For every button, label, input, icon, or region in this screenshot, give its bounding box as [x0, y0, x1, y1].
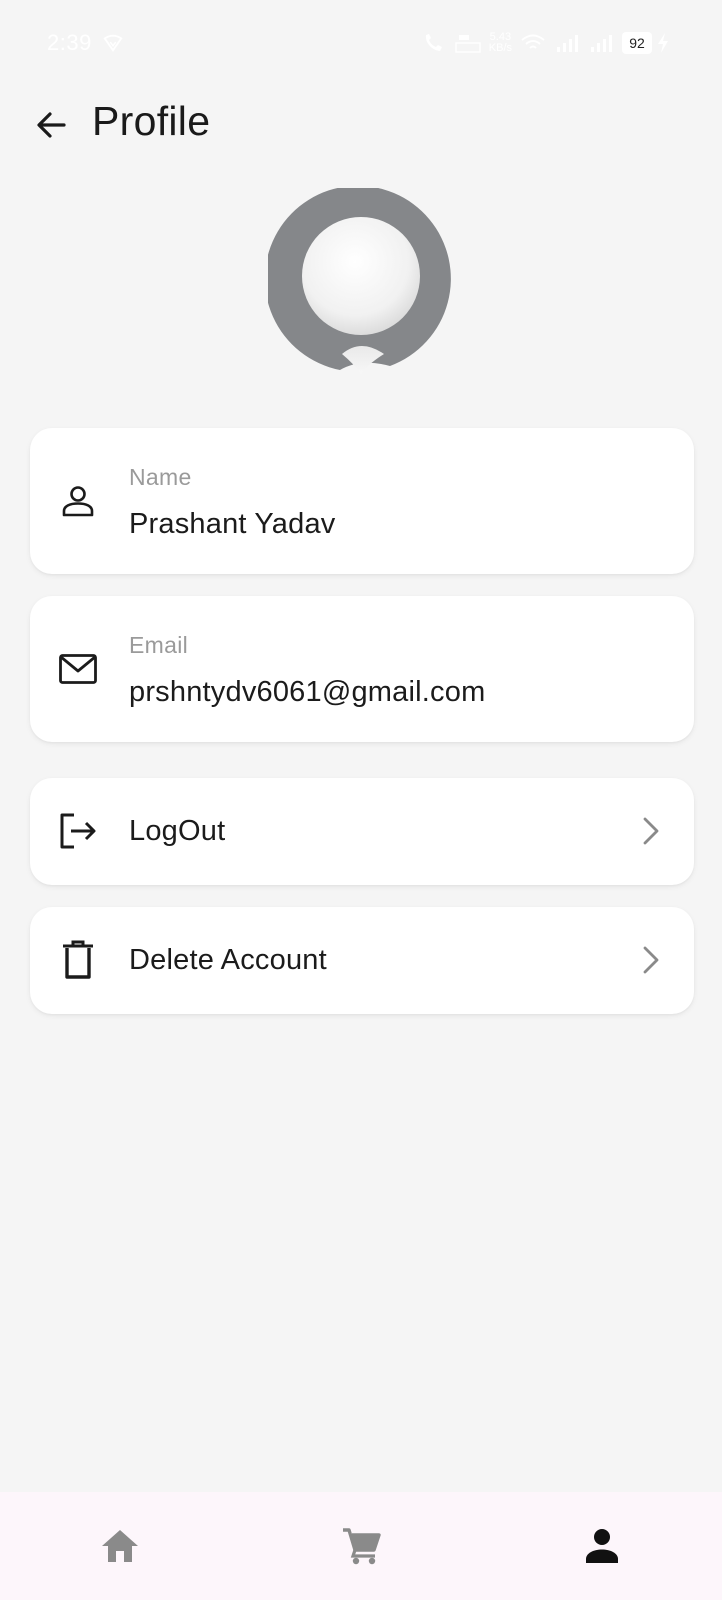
- delete-account-label: Delete Account: [129, 944, 327, 976]
- home-icon: [102, 1530, 138, 1562]
- lte-icon: [455, 35, 481, 53]
- nav-cart[interactable]: [333, 1518, 389, 1574]
- status-icons: 5.43 KB/s 92: [421, 28, 670, 58]
- battery-icon: 92: [622, 32, 652, 54]
- call-icon: [425, 34, 442, 51]
- email-label: Email: [129, 632, 189, 658]
- cart-icon: [343, 1528, 381, 1565]
- mail-icon: [58, 649, 98, 689]
- network-speed-unit: KB/s: [488, 42, 512, 54]
- signal-icon: [557, 35, 578, 52]
- name-card: Name Prashant Yadav: [30, 428, 694, 574]
- charging-icon: [658, 33, 668, 53]
- page-title: Profile: [92, 98, 211, 144]
- chevron-right-icon: [636, 811, 666, 851]
- logout-label: LogOut: [129, 815, 226, 847]
- avatar[interactable]: [264, 185, 454, 374]
- arrow-left-icon: [37, 112, 66, 138]
- logout-button[interactable]: LogOut: [30, 778, 694, 885]
- back-button[interactable]: [28, 102, 74, 148]
- header: Profile: [0, 90, 722, 160]
- battery-level: 92: [629, 35, 645, 51]
- nav-profile[interactable]: [574, 1518, 630, 1574]
- delete-account-button[interactable]: Delete Account: [30, 907, 694, 1014]
- nav-home[interactable]: [92, 1518, 148, 1574]
- name-value: Prashant Yadav: [129, 508, 336, 540]
- person-outline-icon: [58, 481, 98, 521]
- email-value: prshntydv6061@gmail.com: [129, 676, 486, 708]
- name-label: Name: [129, 464, 192, 490]
- signal-icon-2: [591, 35, 612, 52]
- profile-screen: 2:39 5.43 KB/s 92 Profile Name Prashant …: [0, 0, 722, 1600]
- battery: 92: [622, 32, 670, 54]
- chevron-right-icon: [636, 940, 666, 980]
- avatar-image: [264, 185, 451, 374]
- wifi-icon: [521, 34, 545, 49]
- trash-icon: [58, 940, 98, 980]
- status-time: 2:39: [47, 30, 92, 55]
- status-bar: 2:39 5.43 KB/s 92: [0, 0, 722, 86]
- bottom-nav: [0, 1492, 722, 1600]
- logout-icon: [58, 811, 98, 851]
- network-speed: 5.43 KB/s: [489, 32, 512, 54]
- email-card: Email prshntydv6061@gmail.com: [30, 596, 694, 742]
- person-icon: [586, 1529, 618, 1563]
- vpn-icon: [103, 34, 123, 52]
